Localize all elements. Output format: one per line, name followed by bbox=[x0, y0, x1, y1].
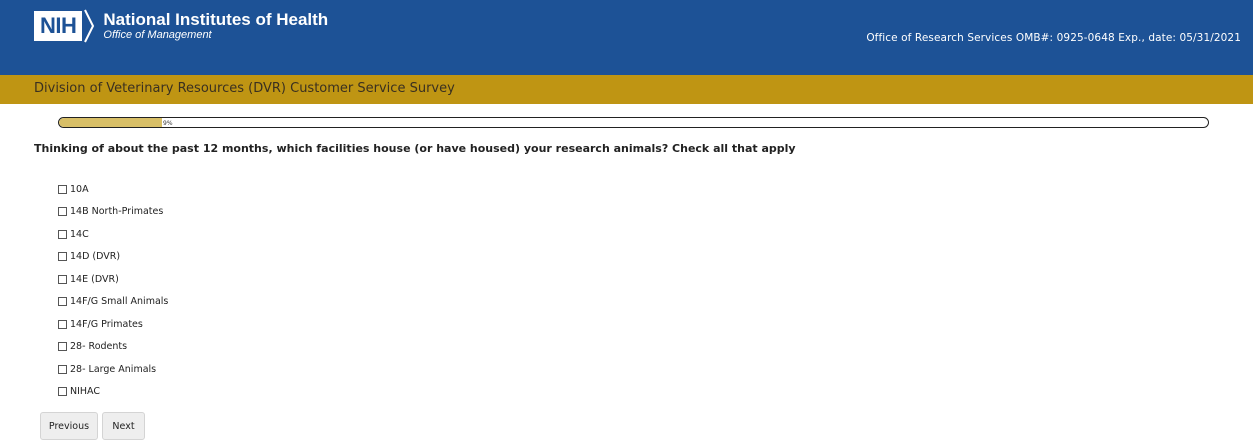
option-item[interactable]: 14B North-Primates bbox=[58, 201, 168, 224]
option-label[interactable]: 10A bbox=[70, 184, 89, 195]
option-label[interactable]: 14C bbox=[70, 229, 89, 240]
next-button[interactable]: Next bbox=[102, 412, 145, 440]
option-checkbox[interactable] bbox=[58, 387, 67, 397]
progress-label: 9% bbox=[163, 120, 173, 127]
option-checkbox[interactable] bbox=[58, 319, 67, 329]
option-label[interactable]: 14B North-Primates bbox=[70, 206, 163, 217]
option-label[interactable]: 14D (DVR) bbox=[70, 251, 120, 262]
option-item[interactable]: 14D (DVR) bbox=[58, 246, 168, 269]
option-checkbox[interactable] bbox=[58, 297, 67, 307]
option-item[interactable]: 14F/G Primates bbox=[58, 313, 168, 336]
org-name: National Institutes of Health bbox=[103, 9, 329, 29]
option-item[interactable]: NIHAC bbox=[58, 381, 168, 404]
option-checkbox[interactable] bbox=[58, 229, 67, 239]
omb-info: Office of Research Services OMB#: 0925-0… bbox=[866, 32, 1241, 44]
question-text: Thinking of about the past 12 months, wh… bbox=[34, 142, 796, 155]
option-checkbox[interactable] bbox=[58, 207, 67, 217]
survey-title-bar: Division of Veterinary Resources (DVR) C… bbox=[0, 75, 1253, 104]
option-item[interactable]: 14F/G Small Animals bbox=[58, 291, 168, 314]
nih-logo[interactable]: NIH National Institutes of Health Office… bbox=[34, 9, 328, 43]
option-label[interactable]: 14E (DVR) bbox=[70, 274, 119, 285]
progress-fill bbox=[59, 118, 163, 127]
previous-button[interactable]: Previous bbox=[40, 412, 98, 440]
survey-title: Division of Veterinary Resources (DVR) C… bbox=[34, 81, 455, 96]
nih-logo-mark: NIH bbox=[34, 11, 83, 41]
nih-chevron-icon bbox=[84, 9, 95, 43]
option-label[interactable]: NIHAC bbox=[70, 386, 100, 397]
option-label[interactable]: 28- Large Animals bbox=[70, 364, 156, 375]
option-checkbox[interactable] bbox=[58, 184, 67, 194]
option-item[interactable]: 14C bbox=[58, 223, 168, 246]
option-item[interactable]: 10A bbox=[58, 178, 168, 201]
progress-bar bbox=[58, 117, 1209, 128]
options-list: 10A 14B North-Primates 14C 14D (DVR) 14E (DV… bbox=[58, 178, 168, 403]
option-checkbox[interactable] bbox=[58, 274, 67, 284]
option-item[interactable]: 28- Large Animals bbox=[58, 358, 168, 381]
option-checkbox[interactable] bbox=[58, 342, 67, 352]
site-header: NIH National Institutes of Health Office… bbox=[0, 0, 1253, 75]
option-label[interactable]: 28- Rodents bbox=[70, 341, 127, 352]
option-label[interactable]: 14F/G Primates bbox=[70, 319, 143, 330]
option-label[interactable]: 14F/G Small Animals bbox=[70, 296, 168, 307]
option-item[interactable]: 28- Rodents bbox=[58, 336, 168, 359]
org-subname: Office of Management bbox=[103, 28, 212, 41]
option-item[interactable]: 14E (DVR) bbox=[58, 268, 168, 291]
option-checkbox[interactable] bbox=[58, 364, 67, 374]
org-name-block: National Institutes of Health Office of … bbox=[103, 9, 329, 42]
option-checkbox[interactable] bbox=[58, 252, 67, 262]
